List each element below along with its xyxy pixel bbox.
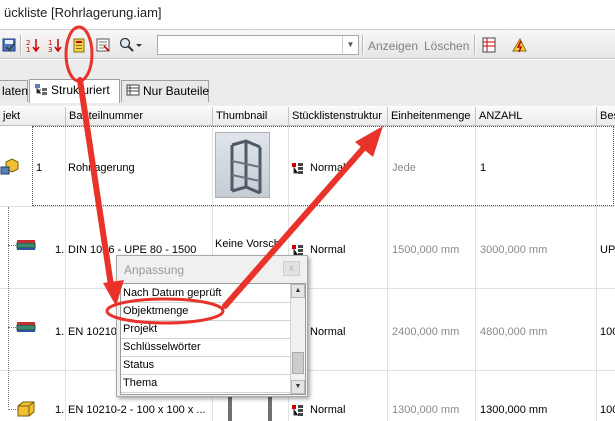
row-quantity: 1300,000 mm (480, 404, 548, 416)
tab-parts-only-label: Nur Bauteile (143, 84, 210, 98)
tab-templates-label: laten (2, 84, 29, 98)
tab-templates[interactable]: laten (0, 80, 28, 102)
structure-tree-icon (34, 81, 48, 101)
row-description: UPE (600, 244, 615, 256)
structure-icon (291, 404, 304, 416)
find-icon[interactable] (118, 36, 142, 54)
column-header-description[interactable]: Bes (597, 107, 615, 126)
toolbar: 21 13 ▼ Anzeigen Löschen (0, 29, 615, 59)
selected-row-outline (32, 126, 614, 206)
row-unit-quantity: 1500,000 mm (392, 244, 460, 256)
property-list: Nach Datum geprüft Objektmenge Projekt S… (120, 283, 306, 395)
parts-list-icon (126, 82, 140, 102)
row-item-number: 1. (55, 244, 65, 256)
row-thumbnail-text: Keine Vorsch (215, 238, 280, 250)
thumbnail-edge (268, 397, 272, 421)
scroll-down-icon[interactable]: ▼ (291, 380, 305, 394)
row-part-number: EN 10210-2 - 100 x 100 x ... (68, 404, 206, 416)
filter-combobox[interactable]: ▼ (157, 35, 359, 55)
assembly-icon (0, 158, 20, 176)
list-scrollbar[interactable]: ▲ ▼ (290, 284, 305, 394)
window-title: ückliste [Rohrlagerung.iam] (4, 5, 162, 20)
sort-descending-icon[interactable]: 21 (24, 36, 42, 54)
close-button[interactable]: x (283, 261, 300, 276)
row-structure: Normal (310, 326, 346, 338)
window-title-bar: ückliste [Rohrlagerung.iam] (0, 0, 615, 28)
column-header-part-number[interactable]: Bauteilnummer (66, 107, 213, 126)
tab-structured[interactable]: Strukturiert (29, 79, 120, 103)
column-header-unit-quantity[interactable]: Einheitenmenge (388, 107, 476, 126)
column-header-bom-structure[interactable]: Stücklistenstruktur (289, 107, 388, 126)
row-item-number: 1. (55, 326, 65, 338)
save-icon[interactable] (0, 36, 18, 54)
customize-icon[interactable] (70, 36, 88, 54)
tab-parts-only[interactable]: Nur Bauteile (121, 80, 209, 102)
column-header-quantity[interactable]: ANZAHL (476, 107, 597, 126)
list-item[interactable]: Thema (121, 375, 290, 393)
dialog-title: Anpassung (124, 263, 185, 277)
row-description: 100 (600, 326, 615, 338)
row-unit-quantity: 2400,000 mm (392, 326, 460, 338)
row-item-number: 1. (55, 404, 65, 416)
svg-text:3: 3 (48, 46, 52, 53)
list-item[interactable]: Objektmenge (121, 303, 290, 321)
row-unit-quantity: 1300,000 mm (392, 404, 460, 416)
clear-button[interactable]: Löschen (424, 39, 469, 53)
tube-part-icon (16, 320, 38, 334)
column-header-item[interactable]: jekt (0, 107, 66, 126)
column-header-thumbnail[interactable]: Thumbnail (213, 107, 289, 126)
scrollbar-thumb[interactable] (292, 352, 304, 374)
list-item[interactable]: Schlüsselwörter (121, 339, 290, 357)
row-structure: Normal (310, 244, 346, 256)
row-description: 100 (600, 404, 615, 416)
customization-dialog: Anpassung x Nach Datum geprüft Objektmen… (116, 255, 308, 397)
update-icon[interactable] (510, 36, 528, 54)
scroll-up-icon[interactable]: ▲ (291, 284, 305, 298)
row-part-number: EN 10210 (68, 326, 117, 338)
list-item[interactable]: Projekt (121, 321, 290, 339)
svg-text:1: 1 (26, 46, 30, 53)
tab-structured-label: Strukturiert (51, 83, 110, 97)
show-button[interactable]: Anzeigen (368, 39, 418, 53)
bom-table-icon[interactable] (480, 36, 498, 54)
sort-ascending-icon[interactable]: 13 (46, 36, 64, 54)
row-structure: Normal (310, 404, 346, 416)
view-tabstrip: laten Strukturiert Nur Bauteile (0, 60, 615, 106)
list-item[interactable]: Status (121, 357, 290, 375)
row-quantity: 3000,000 mm (480, 244, 548, 256)
plate-part-icon (16, 400, 36, 418)
channel-part-icon (16, 238, 38, 252)
chevron-down-icon[interactable]: ▼ (342, 36, 358, 54)
export-icon[interactable] (94, 36, 112, 54)
list-item[interactable]: Nach Datum geprüft (121, 285, 290, 303)
row-quantity: 4800,000 mm (480, 326, 548, 338)
thumbnail-edge (228, 397, 232, 421)
grid-header: jekt Bauteilnummer Thumbnail Stücklisten… (0, 107, 615, 126)
